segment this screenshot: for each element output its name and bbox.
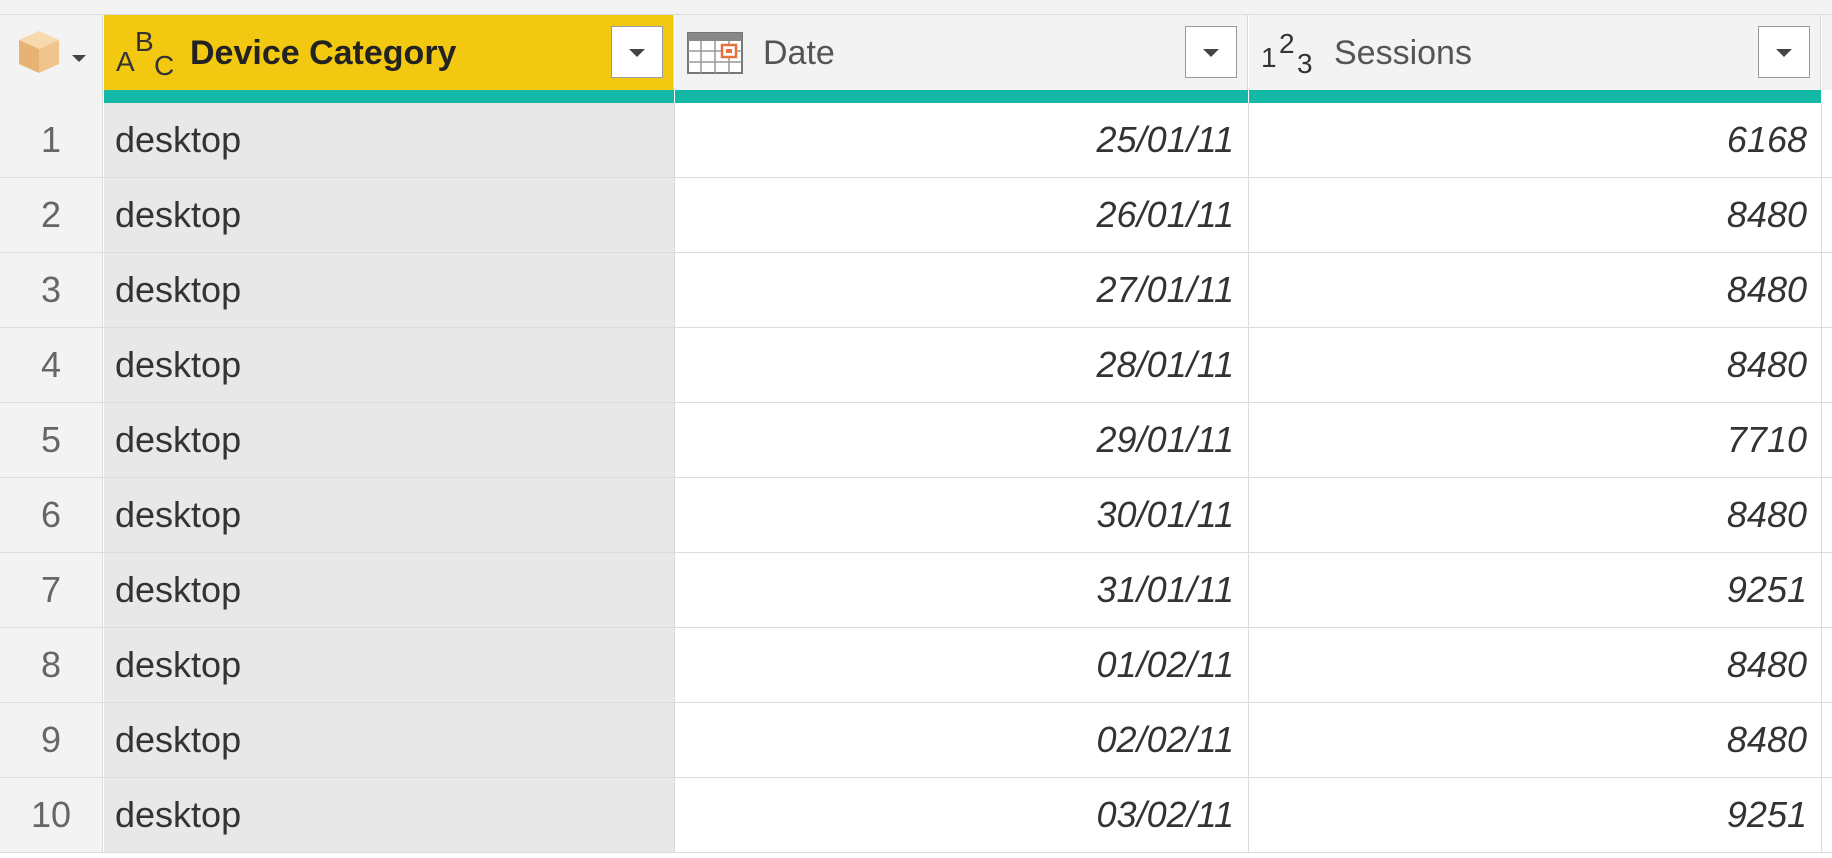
calendar-date-type-icon <box>687 32 743 74</box>
data-grid: A B C Device Category Date 1 2 3 Session <box>0 0 1832 858</box>
svg-text:3: 3 <box>1297 48 1313 77</box>
row-filler <box>1822 553 1832 627</box>
filter-dropdown-device-category[interactable] <box>611 26 663 78</box>
column-label-device-category: Device Category <box>190 34 457 72</box>
cell-sessions[interactable]: 8480 <box>1249 328 1822 402</box>
cell-device-category[interactable]: desktop <box>104 553 675 627</box>
svg-text:1: 1 <box>1261 42 1277 73</box>
abc-text-type-icon: A B C <box>116 27 174 77</box>
table-menu-button[interactable] <box>0 15 103 90</box>
cell-sessions[interactable]: 8480 <box>1249 703 1822 777</box>
row-filler <box>1822 778 1832 852</box>
row-filler <box>1822 703 1832 777</box>
cell-date[interactable]: 29/01/11 <box>675 403 1249 477</box>
row-filler <box>1822 178 1832 252</box>
123-number-type-icon: 1 2 3 <box>1261 28 1313 77</box>
cell-date[interactable]: 03/02/11 <box>675 778 1249 852</box>
column-header-date[interactable]: Date <box>675 15 1248 90</box>
cell-device-category[interactable]: desktop <box>104 103 675 177</box>
cell-sessions[interactable]: 9251 <box>1249 553 1822 627</box>
row-number[interactable]: 7 <box>0 553 103 627</box>
cell-date[interactable]: 26/01/11 <box>675 178 1249 252</box>
row-filler <box>1822 253 1832 327</box>
row-number[interactable]: 3 <box>0 253 103 327</box>
cell-date[interactable]: 28/01/11 <box>675 328 1249 402</box>
grid-top-border <box>0 0 1832 15</box>
table-row: 10 desktop 03/02/11 9251 <box>0 778 1832 853</box>
table-row: 2 desktop 26/01/11 8480 <box>0 178 1832 253</box>
table-row: 8 desktop 01/02/11 8480 <box>0 628 1832 703</box>
row-number[interactable]: 8 <box>0 628 103 702</box>
cell-sessions[interactable]: 6168 <box>1249 103 1822 177</box>
column-header-device-category[interactable]: A B C Device Category <box>104 15 674 90</box>
row-filler <box>1822 328 1832 402</box>
column-label-sessions: Sessions <box>1334 34 1472 72</box>
cell-device-category[interactable]: desktop <box>104 478 675 552</box>
cell-device-category[interactable]: desktop <box>104 703 675 777</box>
row-number[interactable]: 5 <box>0 403 103 477</box>
chevron-down-icon <box>629 49 645 57</box>
svg-text:A: A <box>116 46 135 77</box>
cell-date[interactable]: 25/01/11 <box>675 103 1249 177</box>
table-row: 5 desktop 29/01/11 7710 <box>0 403 1832 478</box>
table-menu-icon <box>19 31 86 73</box>
row-filler <box>1822 403 1832 477</box>
cell-date[interactable]: 02/02/11 <box>675 703 1249 777</box>
table-row: 6 desktop 30/01/11 8480 <box>0 478 1832 553</box>
cell-sessions[interactable]: 9251 <box>1249 778 1822 852</box>
column-label-date: Date <box>763 34 835 72</box>
cell-date[interactable]: 01/02/11 <box>675 628 1249 702</box>
row-number[interactable]: 10 <box>0 778 103 852</box>
svg-text:C: C <box>154 50 174 77</box>
table-row: 9 desktop 02/02/11 8480 <box>0 703 1832 778</box>
quality-bar-corner <box>0 90 103 103</box>
cell-device-category[interactable]: desktop <box>104 628 675 702</box>
row-number[interactable]: 9 <box>0 703 103 777</box>
column-quality-bar-date <box>675 90 1248 103</box>
row-filler <box>1822 103 1832 177</box>
cell-sessions[interactable]: 7710 <box>1249 403 1822 477</box>
row-number[interactable]: 1 <box>0 103 103 177</box>
table-row: 4 desktop 28/01/11 8480 <box>0 328 1832 403</box>
chevron-down-icon <box>1776 49 1792 57</box>
column-quality-bar-sessions <box>1249 90 1821 103</box>
cell-sessions[interactable]: 8480 <box>1249 628 1822 702</box>
row-filler <box>1822 478 1832 552</box>
cell-date[interactable]: 31/01/11 <box>675 553 1249 627</box>
header-filler <box>1822 15 1832 90</box>
cell-date[interactable]: 27/01/11 <box>675 253 1249 327</box>
cell-device-category[interactable]: desktop <box>104 253 675 327</box>
cell-device-category[interactable]: desktop <box>104 403 675 477</box>
cell-device-category[interactable]: desktop <box>104 778 675 852</box>
cell-device-category[interactable]: desktop <box>104 328 675 402</box>
row-filler <box>1822 628 1832 702</box>
cell-sessions[interactable]: 8480 <box>1249 253 1822 327</box>
row-number[interactable]: 4 <box>0 328 103 402</box>
table-row: 1 desktop 25/01/11 6168 <box>0 103 1832 178</box>
row-number[interactable]: 2 <box>0 178 103 252</box>
filter-dropdown-sessions[interactable] <box>1758 26 1810 78</box>
cell-device-category[interactable]: desktop <box>104 178 675 252</box>
cell-sessions[interactable]: 8480 <box>1249 478 1822 552</box>
cell-date[interactable]: 30/01/11 <box>675 478 1249 552</box>
svg-text:B: B <box>135 27 154 57</box>
column-quality-bar-device-category <box>104 90 674 103</box>
svg-text:2: 2 <box>1279 28 1295 59</box>
filter-dropdown-date[interactable] <box>1185 26 1237 78</box>
column-header-sessions[interactable]: 1 2 3 Sessions <box>1249 15 1821 90</box>
table-row: 3 desktop 27/01/11 8480 <box>0 253 1832 328</box>
table-row: 7 desktop 31/01/11 9251 <box>0 553 1832 628</box>
row-number[interactable]: 6 <box>0 478 103 552</box>
cell-sessions[interactable]: 8480 <box>1249 178 1822 252</box>
chevron-down-icon <box>1203 49 1219 57</box>
